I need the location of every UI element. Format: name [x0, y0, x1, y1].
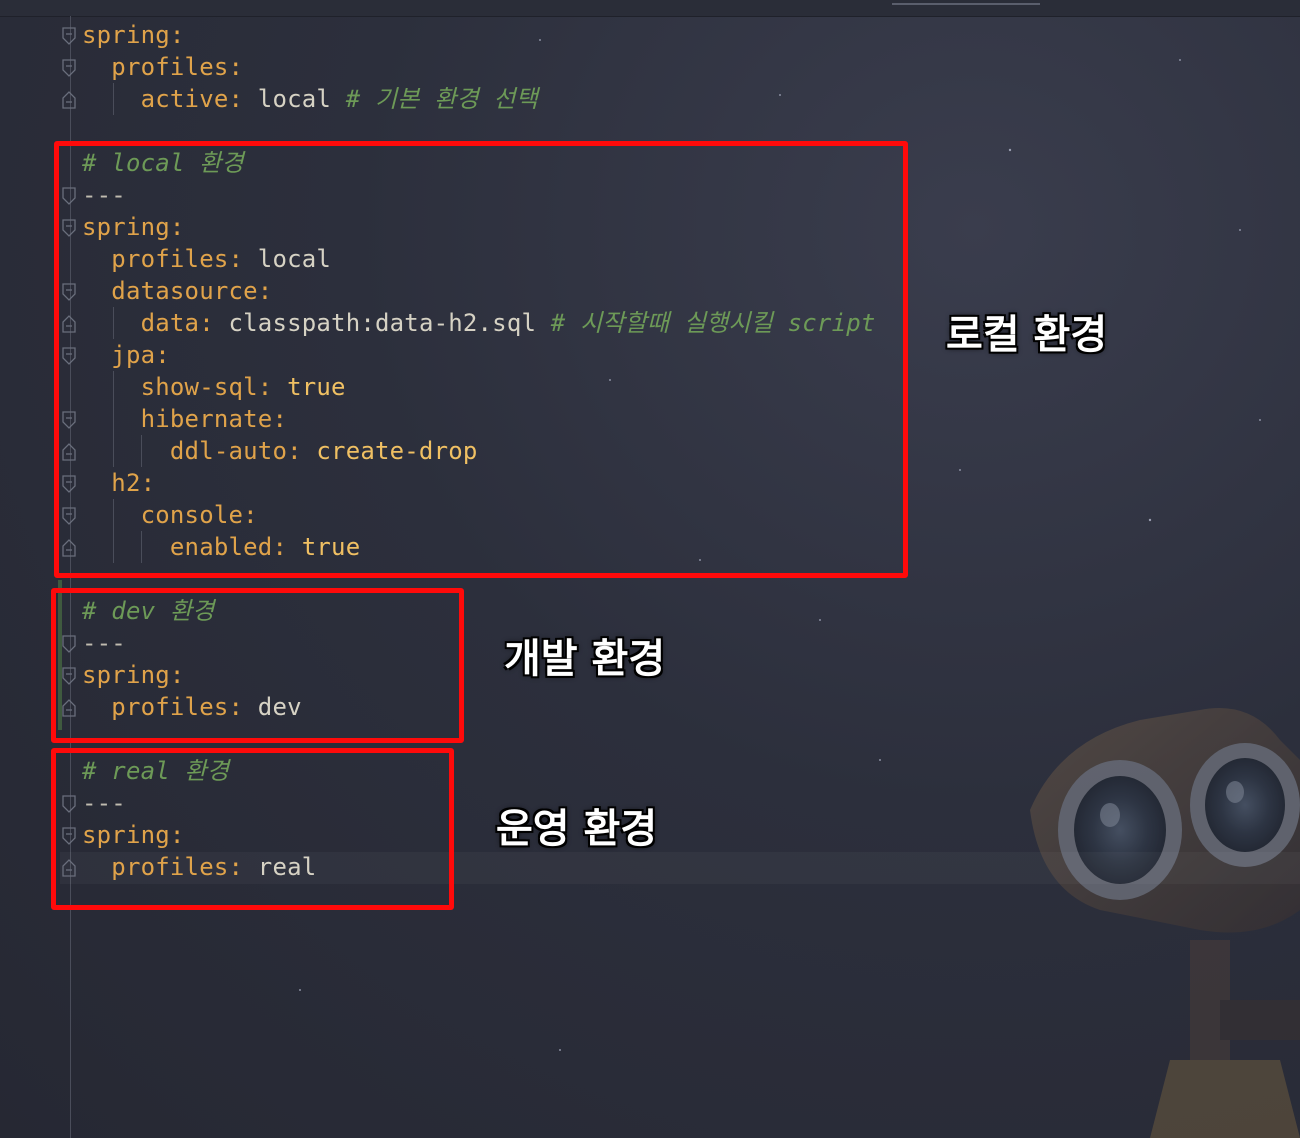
code-line: active: local # 기본 환경 선택 — [82, 83, 538, 115]
editor-tab-bar — [0, 0, 1300, 17]
code-token: spring: — [82, 21, 185, 49]
dev-annotation: 개발 환경 — [504, 636, 666, 682]
code-line: profiles: — [82, 51, 243, 83]
code-token: # 기본 환경 선택 — [331, 85, 538, 113]
fold-open-icon[interactable] — [62, 27, 76, 45]
real-annotation: 운영 환경 — [496, 806, 658, 852]
dev-highlight-box — [51, 588, 464, 743]
code-token: active: — [82, 85, 258, 113]
robot-illustration — [1030, 708, 1300, 1138]
local-annotation: 로컬 환경 — [946, 312, 1108, 358]
tab-indicator — [892, 3, 1040, 5]
code-token: local — [257, 85, 332, 113]
local-highlight-box — [54, 141, 908, 578]
code-line: spring: — [82, 19, 185, 51]
real-highlight-box — [51, 748, 454, 910]
fold-open-icon[interactable] — [62, 59, 76, 77]
fold-close-icon[interactable] — [62, 91, 76, 109]
code-token: profiles: — [82, 53, 244, 81]
